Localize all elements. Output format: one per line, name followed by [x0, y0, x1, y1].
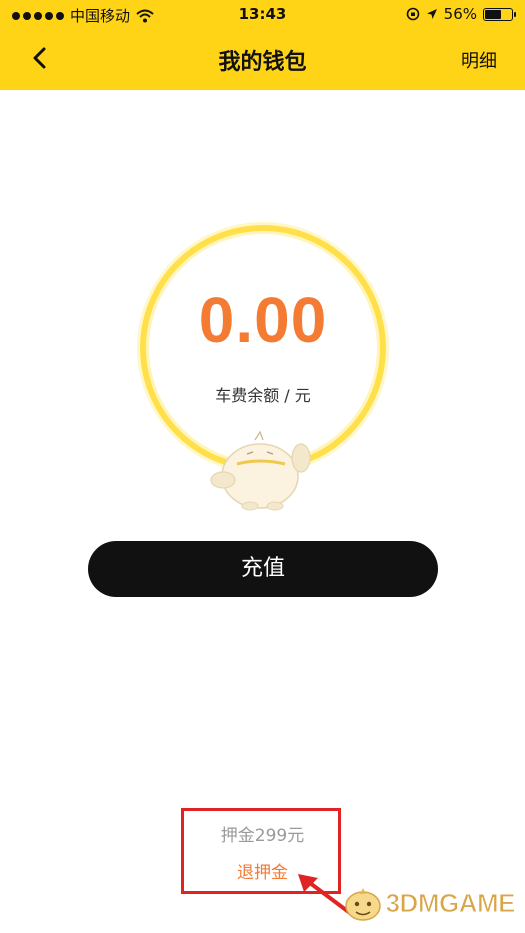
balance-amount: 0.00	[198, 284, 328, 356]
status-right: 56%	[406, 5, 516, 23]
battery-percent: 56%	[443, 5, 477, 23]
battery-icon	[483, 7, 516, 21]
deposit-amount: 押金299元	[220, 826, 305, 846]
detail-link[interactable]: 明细	[461, 47, 497, 73]
nav-bar: 我的钱包 明细	[0, 30, 525, 86]
watermark-logo-icon	[344, 888, 381, 921]
page-title: 我的钱包	[218, 50, 307, 75]
recharge-button[interactable]: 充值	[88, 541, 438, 597]
location-icon	[426, 9, 437, 19]
refund-deposit-link[interactable]: 退押金	[0, 858, 525, 883]
balance-label: 车费余额 / 元	[215, 386, 311, 405]
status-bar: 中国移动 13:43 56%	[0, 0, 525, 30]
watermark-text: 3DMGAME	[385, 887, 516, 918]
mascot-illustration	[210, 430, 311, 511]
watermark: 3DMGAME	[342, 882, 516, 924]
orientation-lock-icon	[406, 7, 419, 21]
